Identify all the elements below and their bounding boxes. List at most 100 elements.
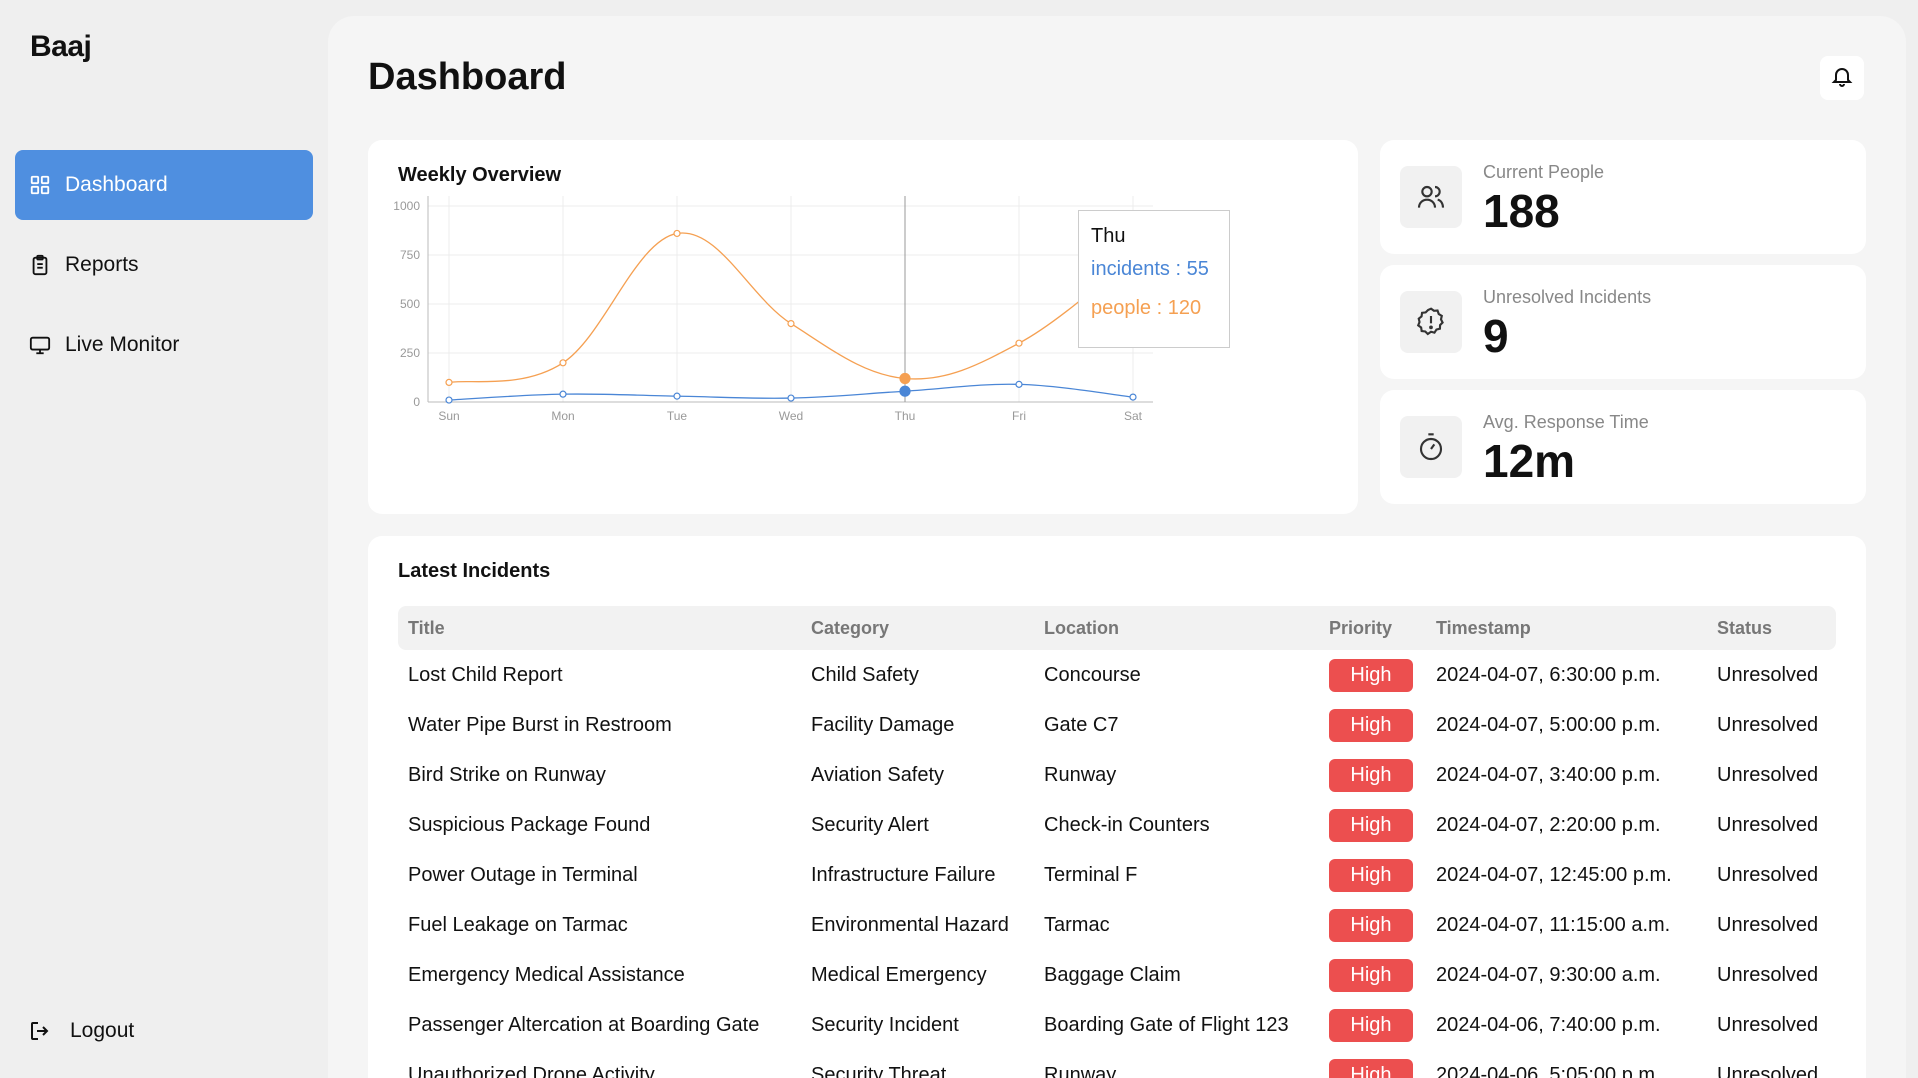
grid-icon xyxy=(27,172,53,198)
stat-label: Avg. Response Time xyxy=(1483,412,1649,432)
cell-priority: High xyxy=(1319,700,1426,750)
column-header-location[interactable]: Location xyxy=(1034,606,1319,650)
y-tick-label: 750 xyxy=(400,248,420,262)
x-tick-label: Fri xyxy=(1012,409,1026,423)
cell-title: Bird Strike on Runway xyxy=(408,763,606,786)
x-tick-label: Sat xyxy=(1124,409,1143,423)
cell-category: Security Incident xyxy=(811,1013,959,1036)
table-row[interactable]: Water Pipe Burst in Restroom Facility Dam… xyxy=(398,700,1836,750)
y-tick-label: 0 xyxy=(413,395,420,409)
stat-value: 12m xyxy=(1483,435,1576,487)
data-point-incidents xyxy=(559,390,567,398)
weekly-overview-card: Weekly Overview 0 250 500 750 1000 Sun Mon Tue W… xyxy=(368,140,1358,514)
cell-status: Unresolved xyxy=(1717,763,1819,786)
cell-priority: High xyxy=(1319,1000,1426,1050)
brand-logo: Baaj xyxy=(30,30,92,63)
cell-status: Unresolved xyxy=(1717,663,1819,686)
clipboard-icon xyxy=(27,252,53,278)
cell-status: Unresolved xyxy=(1717,863,1819,886)
tooltip-day: Thu xyxy=(1091,225,1126,247)
table-row[interactable]: Emergency Medical Assistance Medical Emer… xyxy=(398,950,1836,1000)
cell-status: Unresolved xyxy=(1717,713,1819,736)
table-row[interactable]: Unauthorized Drone Activity Security Thre… xyxy=(398,1050,1836,1078)
cell-timestamp: 2024-04-07, 11:15:00 a.m. xyxy=(1436,913,1671,936)
stat-label: Unresolved Incidents xyxy=(1483,287,1652,307)
cell-timestamp: 2024-04-07, 3:40:00 p.m. xyxy=(1436,763,1661,786)
cell-location: Terminal F xyxy=(1044,863,1138,886)
column-header-title[interactable]: Title xyxy=(398,606,801,650)
sidebar-item-label: Dashboard xyxy=(65,173,168,196)
latest-incidents-card: Latest Incidents Title Category Location… xyxy=(368,536,1866,1078)
cell-priority: High xyxy=(1319,750,1426,800)
cell-title: Fuel Leakage on Tarmac xyxy=(408,913,628,936)
main-panel: Dashboard Weekly Overview 0 250 500 750 1000… xyxy=(328,16,1906,1078)
priority-badge: High xyxy=(1329,858,1413,892)
data-point-people xyxy=(899,372,911,385)
stat-card-unresolved-incidents: Unresolved Incidents 9 xyxy=(1380,265,1866,379)
cell-location: Runway xyxy=(1044,1063,1117,1078)
alert-badge-icon xyxy=(1400,291,1462,353)
cell-timestamp: 2024-04-06, 7:40:00 p.m. xyxy=(1436,1013,1661,1036)
table-row[interactable]: Fuel Leakage on Tarmac Environmental Haza… xyxy=(398,900,1836,950)
sidebar-item-dashboard[interactable]: Dashboard xyxy=(15,150,313,220)
sidebar-item-live-monitor[interactable]: Live Monitor xyxy=(15,310,313,380)
data-point-incidents xyxy=(445,396,453,404)
cell-category: Child Safety xyxy=(811,663,919,686)
notifications-button[interactable] xyxy=(1820,56,1864,100)
cell-title: Passenger Altercation at Boarding Gate xyxy=(408,1013,760,1036)
stat-value: 188 xyxy=(1483,185,1560,237)
priority-badge: High xyxy=(1329,1058,1413,1078)
page-title: Dashboard xyxy=(368,56,567,98)
cell-timestamp: 2024-04-07, 6:30:00 p.m. xyxy=(1436,663,1661,686)
data-point-incidents xyxy=(899,385,911,397)
priority-badge: High xyxy=(1329,658,1413,692)
sidebar-item-reports[interactable]: Reports xyxy=(15,230,313,300)
priority-badge: High xyxy=(1329,1008,1413,1042)
data-point-incidents xyxy=(673,392,681,400)
table-row[interactable]: Power Outage in Terminal Infrastructure F… xyxy=(398,850,1836,900)
cell-category: Aviation Safety xyxy=(811,763,945,786)
column-header-priority[interactable]: Priority xyxy=(1319,606,1426,650)
cell-location: Baggage Claim xyxy=(1044,963,1181,986)
cell-title: Emergency Medical Assistance xyxy=(408,963,685,986)
stat-card-avg-response-time: Avg. Response Time 12m xyxy=(1380,390,1866,504)
sidebar: Baaj Dashboard Reports Live Monitor Logo… xyxy=(0,0,328,1078)
sidebar-item-label: Live Monitor xyxy=(65,333,180,356)
cell-priority: High xyxy=(1319,650,1426,700)
cell-priority: High xyxy=(1319,850,1426,900)
cell-priority: High xyxy=(1319,950,1426,1000)
column-header-timestamp[interactable]: Timestamp xyxy=(1426,606,1707,650)
priority-badge: High xyxy=(1329,808,1413,842)
x-tick-label: Tue xyxy=(667,409,688,423)
cell-timestamp: 2024-04-07, 12:45:00 p.m. xyxy=(1436,863,1672,886)
x-tick-label: Wed xyxy=(779,409,803,423)
x-tick-label: Thu xyxy=(895,409,916,423)
cell-status: Unresolved xyxy=(1717,913,1819,936)
x-tick-label: Sun xyxy=(438,409,459,423)
cell-title: Unauthorized Drone Activity xyxy=(408,1063,655,1078)
stat-label: Current People xyxy=(1483,162,1605,182)
tooltip-incidents: incidents : 55 xyxy=(1091,258,1209,280)
logout-icon xyxy=(28,1018,54,1044)
cell-category: Security Threat xyxy=(811,1063,947,1078)
table-row[interactable]: Suspicious Package Found Security Alert Ch… xyxy=(398,800,1836,850)
column-header-category[interactable]: Category xyxy=(801,606,1034,650)
table-row[interactable]: Lost Child Report Child Safety Concourse Hi… xyxy=(398,650,1836,700)
cell-category: Security Alert xyxy=(811,813,929,836)
table-row[interactable]: Passenger Altercation at Boarding Gate Se… xyxy=(398,1000,1836,1050)
incidents-table-body: Lost Child Report Child Safety Concourse Hi… xyxy=(398,650,1836,1078)
logout-button[interactable]: Logout xyxy=(28,1018,134,1044)
cell-location: Boarding Gate of Flight 123 xyxy=(1044,1013,1289,1036)
data-point-people xyxy=(1015,339,1023,347)
data-point-incidents xyxy=(787,394,795,402)
cell-timestamp: 2024-04-07, 5:00:00 p.m. xyxy=(1436,713,1661,736)
data-point-people xyxy=(559,359,567,367)
data-point-incidents xyxy=(1015,380,1023,388)
column-header-status[interactable]: Status xyxy=(1707,606,1836,650)
logout-label: Logout xyxy=(70,1019,135,1042)
cell-timestamp: 2024-04-07, 9:30:00 a.m. xyxy=(1436,963,1661,986)
table-header-row: Title Category Location Priority Timesta… xyxy=(398,606,1836,650)
table-row[interactable]: Bird Strike on Runway Aviation Safety Runw… xyxy=(398,750,1836,800)
table-title: Latest Incidents xyxy=(398,560,551,582)
cell-category: Medical Emergency xyxy=(811,963,987,986)
